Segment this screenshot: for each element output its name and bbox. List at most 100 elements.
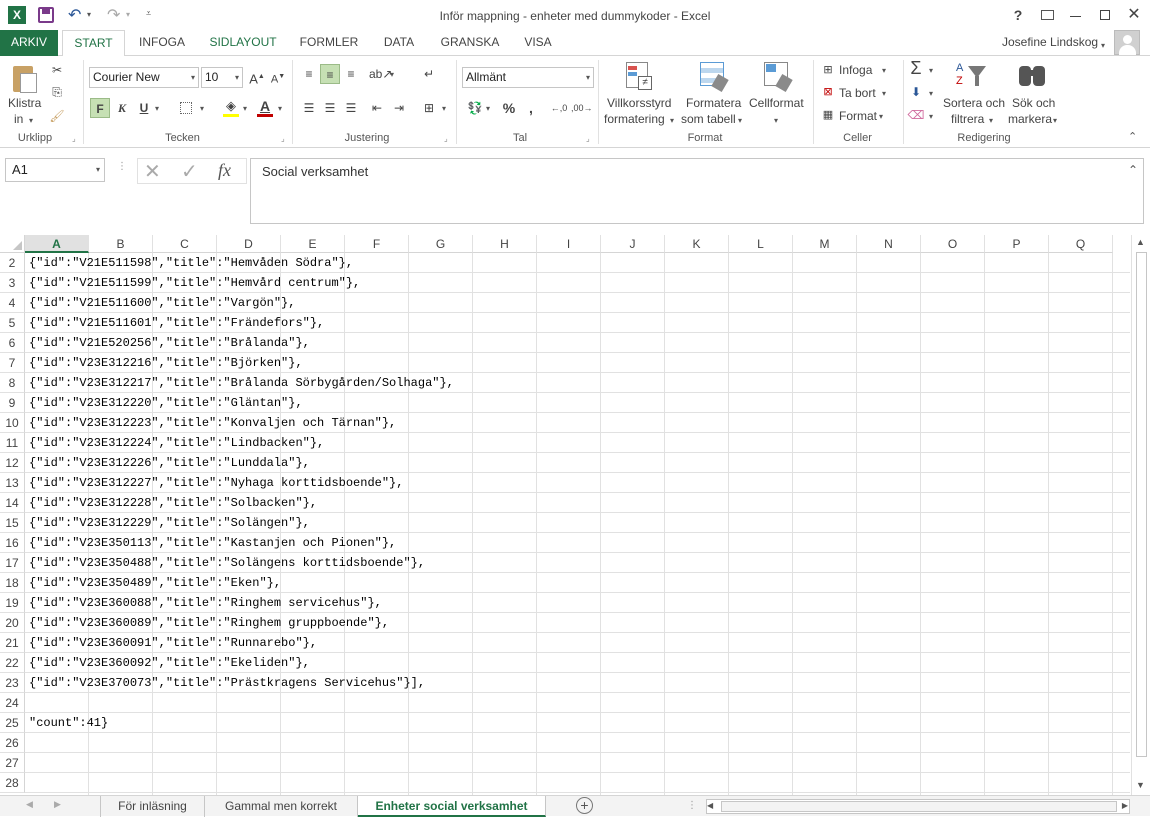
column-header-e[interactable]: E: [281, 235, 345, 253]
column-header-l[interactable]: L: [729, 235, 793, 253]
clear-icon[interactable]: ⌫: [906, 105, 926, 125]
table-row[interactable]: {"id":"V23E312216","title":"Björken"},: [25, 353, 1130, 373]
table-row[interactable]: [25, 753, 1130, 773]
align-center-icon[interactable]: ☰: [320, 98, 340, 118]
formula-input[interactable]: Social verksamhet: [250, 158, 1144, 224]
tab-sidlayout[interactable]: SIDLAYOUT: [200, 30, 286, 56]
autosum-icon[interactable]: Σ: [906, 58, 926, 78]
borders-icon[interactable]: [176, 98, 196, 118]
row-header[interactable]: 14: [0, 493, 25, 513]
sort-filter-label-2[interactable]: filtrera: [951, 112, 984, 126]
cancel-entry-icon[interactable]: ✕: [144, 159, 161, 184]
font-color-dropdown-icon[interactable]: ▾: [278, 104, 282, 113]
table-row[interactable]: {"id":"V23E312223","title":"Konvaljen oc…: [25, 413, 1130, 433]
table-row[interactable]: {"id":"V21E511598","title":"Hemvåden Söd…: [25, 253, 1130, 273]
delete-cells-icon[interactable]: ⊠: [818, 82, 838, 102]
decrease-decimal-icon[interactable]: ,00→: [571, 98, 593, 118]
table-row[interactable]: [25, 733, 1130, 753]
find-select-label-1[interactable]: Sök och: [1012, 96, 1055, 110]
tab-data[interactable]: DATA: [374, 30, 424, 56]
increase-decimal-icon[interactable]: ←,0: [549, 98, 569, 118]
column-header-d[interactable]: D: [217, 235, 281, 253]
row-header[interactable]: 16: [0, 533, 25, 553]
accounting-format-icon[interactable]: 💱: [465, 98, 485, 118]
scroll-thumb[interactable]: [1136, 252, 1147, 757]
delete-dropdown-icon[interactable]: ▾: [882, 89, 886, 98]
format-dropdown-icon[interactable]: ▾: [879, 112, 883, 121]
wrap-text-icon[interactable]: ↵: [419, 64, 439, 84]
alignment-launcher-icon[interactable]: ⌟: [444, 134, 448, 143]
table-row[interactable]: {"id":"V23E370073","title":"Prästkragens…: [25, 673, 1130, 693]
row-header[interactable]: 28: [0, 773, 25, 793]
font-name-select[interactable]: Courier New ▾: [89, 67, 199, 88]
user-name[interactable]: Josefine Lindskog: [1002, 35, 1098, 49]
row-header[interactable]: 17: [0, 553, 25, 573]
worksheet-grid[interactable]: ABCDEFGHIJKLMNOPQ 2 {"id":"V21E511598","t…: [0, 235, 1130, 795]
autosum-dropdown-icon[interactable]: ▾: [929, 66, 933, 75]
find-select-icon[interactable]: [1019, 62, 1049, 90]
row-header[interactable]: 22: [0, 653, 25, 673]
conditional-formatting-dropdown-icon[interactable]: ▾: [670, 116, 674, 125]
row-header[interactable]: 4: [0, 293, 25, 313]
merge-center-icon[interactable]: ⊞: [419, 98, 439, 118]
tab-formler[interactable]: FORMLER: [294, 30, 364, 56]
table-row[interactable]: {"id":"V23E312224","title":"Lindbacken"}…: [25, 433, 1130, 453]
format-cells-label[interactable]: Format: [839, 109, 877, 123]
comma-button[interactable]: ,: [521, 98, 541, 118]
scroll-down-icon[interactable]: ▼: [1136, 780, 1145, 790]
column-header-i[interactable]: I: [537, 235, 601, 253]
underline-dropdown-icon[interactable]: ▾: [155, 104, 159, 113]
row-header[interactable]: 25: [0, 713, 25, 733]
close-icon[interactable]: ✕: [1120, 4, 1148, 26]
maximize-icon[interactable]: [1091, 4, 1119, 26]
tab-visa[interactable]: VISA: [515, 30, 561, 56]
cut-icon[interactable]: ✂: [47, 60, 67, 80]
row-header[interactable]: 21: [0, 633, 25, 653]
italic-button[interactable]: K: [112, 98, 132, 118]
align-right-icon[interactable]: ☰: [341, 98, 361, 118]
column-header-b[interactable]: B: [89, 235, 153, 253]
bold-button[interactable]: F: [90, 98, 110, 118]
table-row[interactable]: {"id":"V23E312229","title":"Solängen"},: [25, 513, 1130, 533]
delete-cells-label[interactable]: Ta bort: [839, 86, 876, 100]
fill-icon[interactable]: ⬇: [906, 82, 926, 102]
tab-start[interactable]: START: [62, 30, 125, 57]
row-header[interactable]: 10: [0, 413, 25, 433]
user-dropdown-icon[interactable]: ▾: [1101, 41, 1105, 50]
sheet-tab-for-inlasning[interactable]: För inläsning: [101, 796, 205, 817]
minimize-icon[interactable]: [1062, 4, 1090, 26]
horizontal-scrollbar[interactable]: ◀ ▶: [706, 799, 1130, 814]
table-row[interactable]: {"id":"V21E520256","title":"Brålanda"},: [25, 333, 1130, 353]
number-format-select[interactable]: Allmänt ▾: [462, 67, 594, 88]
row-header[interactable]: 15: [0, 513, 25, 533]
table-row[interactable]: {"id":"V21E511599","title":"Hemvård cent…: [25, 273, 1130, 293]
format-painter-icon[interactable]: 🖌: [47, 106, 67, 126]
conditional-formatting-label-2[interactable]: formatering: [604, 112, 665, 126]
add-sheet-icon[interactable]: +: [576, 797, 593, 814]
align-middle-icon[interactable]: ≡: [320, 64, 340, 84]
ribbon-display-options-icon[interactable]: [1034, 4, 1062, 26]
row-header[interactable]: 12: [0, 453, 25, 473]
format-cells-icon[interactable]: ▦: [818, 105, 838, 125]
scroll-right-icon[interactable]: ▶: [1122, 801, 1128, 810]
accounting-dropdown-icon[interactable]: ▾: [486, 104, 490, 113]
column-header-p[interactable]: P: [985, 235, 1049, 253]
format-as-table-label-1[interactable]: Formatera: [686, 96, 741, 110]
cell-styles-icon[interactable]: [764, 62, 793, 93]
row-header[interactable]: 23: [0, 673, 25, 693]
percent-button[interactable]: %: [499, 98, 519, 118]
collapse-formula-bar-icon[interactable]: ⌃: [1128, 163, 1138, 177]
row-header[interactable]: 19: [0, 593, 25, 613]
column-header-q[interactable]: Q: [1049, 235, 1113, 253]
paste-label-2[interactable]: in: [14, 112, 23, 126]
fill-dropdown-icon[interactable]: ▾: [929, 89, 933, 98]
table-row[interactable]: {"id":"V23E312227","title":"Nyhaga kortt…: [25, 473, 1130, 493]
column-header-k[interactable]: K: [665, 235, 729, 253]
sort-filter-label-1[interactable]: Sortera och: [943, 96, 1005, 110]
conditional-formatting-icon[interactable]: ≠: [626, 62, 654, 92]
align-bottom-icon[interactable]: ≡: [341, 64, 361, 84]
scroll-left-icon[interactable]: ◀: [707, 801, 713, 810]
orientation-dropdown-icon[interactable]: ▾: [390, 70, 394, 79]
row-header[interactable]: 3: [0, 273, 25, 293]
select-all-corner[interactable]: [0, 235, 25, 253]
